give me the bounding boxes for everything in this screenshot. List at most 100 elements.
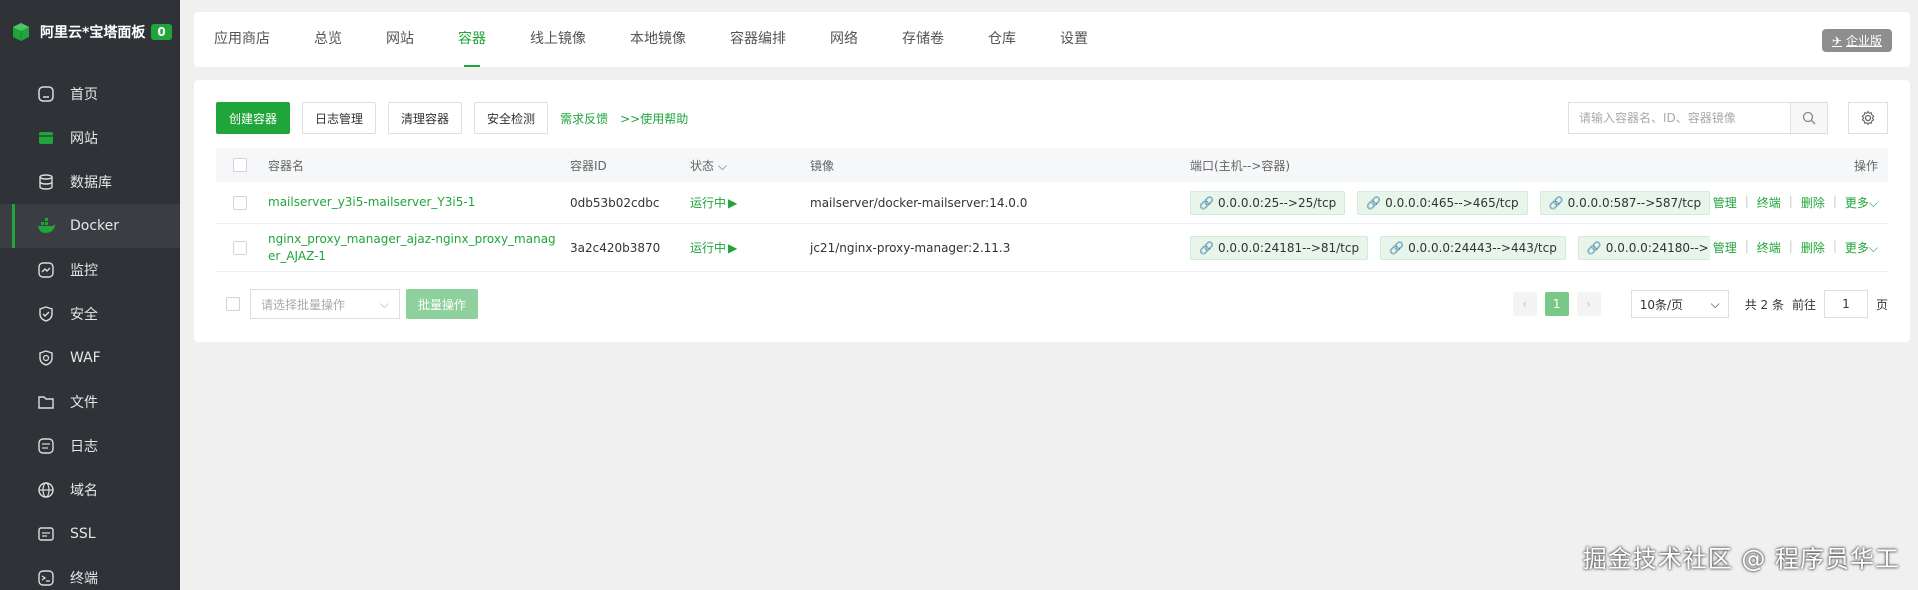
- batch-operation-select[interactable]: 请选择批量操作 ⌵: [250, 289, 400, 319]
- plane-icon: ✈: [1831, 33, 1842, 48]
- batch-operation-button[interactable]: 批量操作: [406, 289, 479, 319]
- tab-online-images[interactable]: 线上镜像: [530, 12, 586, 67]
- folder-icon: [36, 392, 56, 412]
- header-status[interactable]: 状态 ⌵: [690, 157, 810, 174]
- search-input[interactable]: [1568, 102, 1790, 134]
- container-name-link[interactable]: mailserver_y3i5-mailserver_Y3i5-1: [268, 195, 475, 209]
- help-link[interactable]: >>使用帮助: [620, 110, 688, 127]
- sidebar-item-website[interactable]: 网站: [0, 116, 180, 160]
- tab-overview[interactable]: 总览: [314, 12, 342, 67]
- port-tag[interactable]: 🔗 0.0.0.0:24180-->: [1577, 235, 1710, 260]
- brand-title: 阿里云*宝塔面板: [40, 25, 146, 41]
- sidebar-item-home[interactable]: 首页: [0, 72, 180, 116]
- footer-select-all-checkbox[interactable]: [226, 297, 240, 311]
- gear-icon: [1861, 110, 1875, 126]
- feedback-link[interactable]: 需求反馈: [560, 110, 608, 127]
- port-tag[interactable]: 🔗 0.0.0.0:24181-->81/tcp: [1190, 235, 1369, 260]
- docker-icon: [36, 216, 56, 236]
- sidebar-item-domain[interactable]: 域名: [0, 468, 180, 512]
- chevron-down-icon: ⌵: [1868, 196, 1878, 210]
- clean-containers-button[interactable]: 清理容器: [388, 102, 463, 134]
- home-icon: [36, 84, 56, 104]
- status-toggle[interactable]: 运行中 ▶: [690, 239, 810, 256]
- more-menu[interactable]: 更多⌵: [1845, 239, 1878, 256]
- more-menu[interactable]: 更多⌵: [1845, 194, 1878, 211]
- header-id: 容器ID: [570, 158, 607, 173]
- sidebar-item-security[interactable]: 安全: [0, 292, 180, 336]
- enterprise-label: 企业版: [1845, 34, 1882, 48]
- select-all-checkbox[interactable]: [233, 158, 247, 172]
- port-tag[interactable]: 🔗 0.0.0.0:25-->25/tcp: [1190, 190, 1346, 215]
- sidebar-item-label: 域名: [70, 483, 98, 499]
- goto-page-input[interactable]: 1: [1823, 290, 1868, 318]
- terminal-link[interactable]: 终端: [1757, 239, 1781, 256]
- header-name: 容器名: [268, 158, 305, 173]
- row-checkbox[interactable]: [233, 240, 247, 255]
- manage-link[interactable]: 管理: [1713, 194, 1737, 211]
- tab-website[interactable]: 网站: [386, 12, 414, 67]
- sidebar-item-terminal[interactable]: 终端: [0, 556, 180, 590]
- port-tag[interactable]: 🔗 0.0.0.0:465-->465/tcp: [1357, 190, 1528, 215]
- box-logo-icon: [12, 22, 30, 42]
- prev-page-button[interactable]: ‹: [1512, 292, 1537, 316]
- tab-compose[interactable]: 容器编排: [730, 12, 786, 67]
- port-tag[interactable]: 🔗 0.0.0.0:587-->587/tcp: [1539, 190, 1710, 215]
- row-checkbox[interactable]: [233, 195, 247, 210]
- log-icon: [36, 436, 56, 456]
- page-size-select[interactable]: 10条/页 ⌵: [1630, 290, 1729, 318]
- table-row: nginx_proxy_manager_ajaz-nginx_proxy_man…: [216, 224, 1888, 272]
- sidebar-item-waf[interactable]: WAF: [0, 336, 180, 380]
- create-container-button[interactable]: 创建容器: [216, 102, 291, 134]
- container-panel: 创建容器 日志管理 清理容器 安全检测 需求反馈 >>使用帮助 容器名 容器ID…: [194, 80, 1910, 342]
- sidebar-item-label: 数据库: [70, 175, 112, 191]
- table-row: mailserver_y3i5-mailserver_Y3i5-1 0db53b…: [216, 182, 1888, 224]
- tab-local-images[interactable]: 本地镜像: [630, 12, 686, 67]
- next-page-button[interactable]: ›: [1576, 292, 1601, 316]
- delete-link[interactable]: 删除: [1801, 239, 1825, 256]
- notification-badge[interactable]: 0: [151, 24, 172, 40]
- log-management-button[interactable]: 日志管理: [302, 102, 377, 134]
- tab-app-store[interactable]: 应用商店: [214, 12, 270, 67]
- sidebar-item-label: Docker: [70, 218, 120, 234]
- terminal-link[interactable]: 终端: [1757, 194, 1781, 211]
- tab-settings[interactable]: 设置: [1060, 12, 1088, 67]
- pagination: ‹ 1 › 10条/页 ⌵ 共 2 条 前往 1 页: [1512, 288, 1888, 320]
- tab-containers[interactable]: 容器: [458, 12, 486, 67]
- chevron-down-icon: ⌵: [1868, 241, 1878, 255]
- container-image: mailserver/docker-mailserver:14.0.0: [810, 195, 1028, 210]
- tab-volumes[interactable]: 存储卷: [902, 12, 944, 67]
- domain-icon: [36, 480, 56, 500]
- play-icon: ▶: [728, 240, 738, 255]
- manage-link[interactable]: 管理: [1713, 239, 1737, 256]
- tab-registry[interactable]: 仓库: [988, 12, 1016, 67]
- security-check-button[interactable]: 安全检测: [474, 102, 549, 134]
- brand[interactable]: 阿里云*宝塔面板 0: [0, 0, 180, 64]
- sidebar-item-label: 终端: [70, 571, 98, 587]
- shield-icon: [36, 304, 56, 324]
- delete-link[interactable]: 删除: [1801, 194, 1825, 211]
- top-tab-bar: 应用商店 总览 网站 容器 线上镜像 本地镜像 容器编排 网络 存储卷 仓库 设…: [194, 12, 1910, 67]
- sidebar-item-files[interactable]: 文件: [0, 380, 180, 424]
- sidebar-item-logs[interactable]: 日志: [0, 424, 180, 468]
- search-button[interactable]: [1790, 102, 1828, 134]
- page-number[interactable]: 1: [1544, 292, 1569, 316]
- sidebar-item-ssl[interactable]: SSL: [0, 512, 180, 556]
- sidebar-item-docker[interactable]: Docker: [0, 204, 180, 248]
- ssl-icon: [36, 524, 56, 544]
- tab-network[interactable]: 网络: [830, 12, 858, 67]
- container-name-link[interactable]: nginx_proxy_manager_ajaz-nginx_proxy_man…: [268, 231, 558, 265]
- database-icon: [36, 172, 56, 192]
- table-header: 容器名 容器ID 状态 ⌵ 镜像 端口(主机-->容器) 操作: [216, 148, 1888, 182]
- sidebar-item-database[interactable]: 数据库: [0, 160, 180, 204]
- container-id: 3a2c420b3870: [570, 240, 661, 255]
- toolbar: 创建容器 日志管理 清理容器 安全检测 需求反馈 >>使用帮助: [216, 102, 688, 134]
- link-icon: 🔗: [1366, 195, 1382, 210]
- sidebar-item-label: 首页: [70, 87, 98, 103]
- link-icon: 🔗: [1199, 240, 1214, 255]
- column-settings-button[interactable]: [1848, 102, 1888, 134]
- globe-icon: [36, 128, 56, 148]
- sidebar-item-monitor[interactable]: 监控: [0, 248, 180, 292]
- enterprise-button[interactable]: ✈ 企业版: [1821, 29, 1892, 52]
- status-toggle[interactable]: 运行中 ▶: [690, 194, 810, 211]
- port-tag[interactable]: 🔗 0.0.0.0:24443-->443/tcp: [1380, 235, 1566, 260]
